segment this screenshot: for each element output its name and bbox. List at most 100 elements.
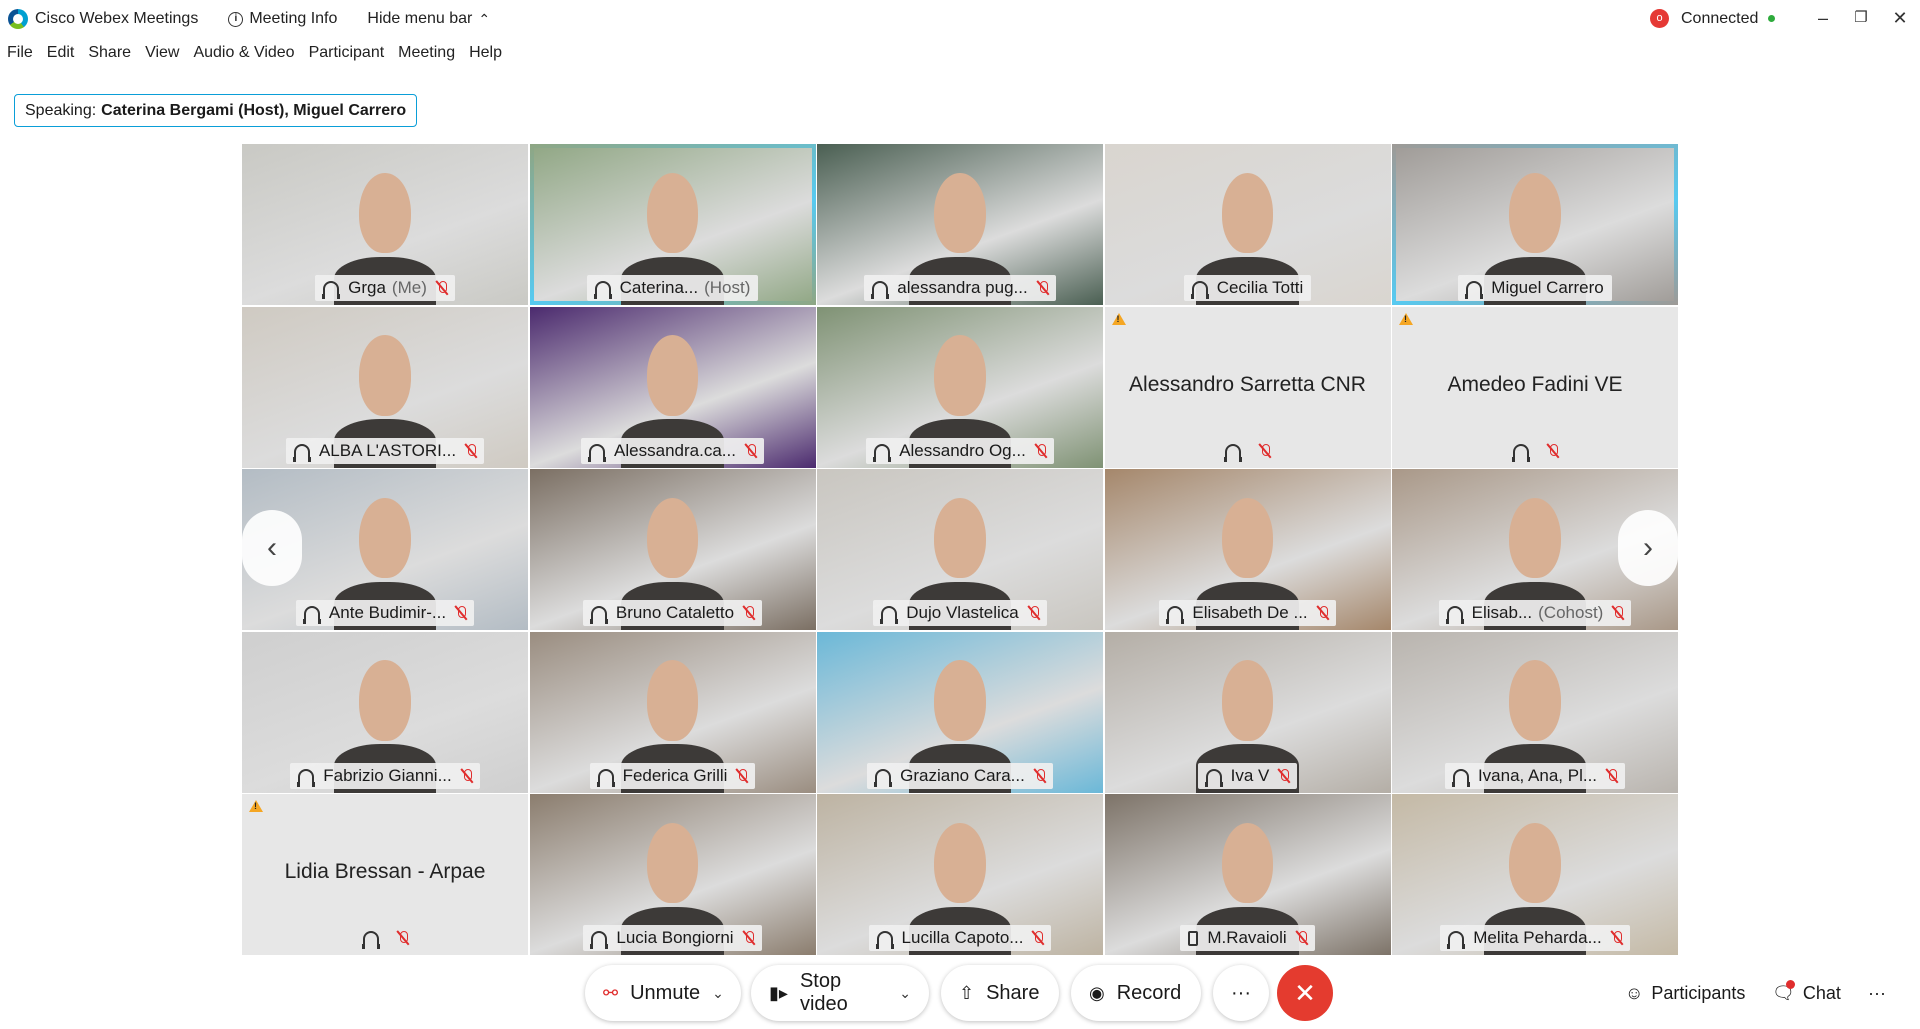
- mic-muted-icon: [1612, 930, 1622, 946]
- connection-status[interactable]: o Connected: [1650, 9, 1776, 28]
- headphones-icon: [871, 281, 890, 299]
- headphones-icon: [596, 768, 615, 787]
- participant-tile[interactable]: ALBA L'ASTORI...: [242, 306, 528, 468]
- participant-tile[interactable]: Alessandro Og...: [817, 306, 1103, 468]
- participants-button[interactable]: ☺ Participants: [1625, 983, 1745, 1004]
- participant-name: Cecilia Totti: [1216, 278, 1304, 297]
- participant-name: Alessandro Og...: [899, 440, 1026, 460]
- menu-edit[interactable]: Edit: [40, 44, 82, 70]
- participant-tile[interactable]: Elisabeth De ...: [1104, 469, 1391, 630]
- participant-name: Iva V: [1230, 765, 1270, 785]
- participant-tile[interactable]: Grga (Me): [242, 144, 528, 305]
- previous-page-button[interactable]: ‹: [242, 510, 302, 586]
- participant-tile[interactable]: Lidia Bressan - Arpae: [242, 794, 528, 955]
- participant-tile[interactable]: Melita Peharda...: [1392, 794, 1678, 955]
- participant-label: M.Ravaioli: [1180, 925, 1315, 951]
- participant-name: Ante Budimir-...: [328, 603, 447, 622]
- meeting-info-button[interactable]: i Meeting Info: [228, 10, 337, 28]
- participant-name: Graziano Cara...: [900, 765, 1025, 785]
- speaking-prefix: Speaking:: [25, 101, 97, 119]
- headphones-icon: [873, 443, 892, 462]
- headphones-icon: [1190, 281, 1209, 299]
- menu-participant[interactable]: Participant: [302, 44, 392, 70]
- participant-tile[interactable]: Alessandro Sarretta CNR: [1104, 306, 1391, 468]
- menu-meeting[interactable]: Meeting: [391, 44, 462, 70]
- tile-footer: Lucilla Capoto...: [817, 925, 1103, 951]
- menu-help[interactable]: Help: [462, 44, 509, 70]
- hide-menu-bar-button[interactable]: Hide menu bar ⌃: [367, 10, 490, 28]
- headphones-icon: [1451, 768, 1470, 787]
- menu-file[interactable]: File: [0, 44, 40, 70]
- chevron-down-icon[interactable]: ⌄: [899, 985, 911, 1002]
- close-icon[interactable]: ✕: [1886, 6, 1914, 30]
- participant-tile[interactable]: M.Ravaioli: [1104, 794, 1391, 955]
- leave-meeting-button[interactable]: ✕: [1277, 965, 1333, 1021]
- share-button[interactable]: ⇧ Share: [941, 965, 1059, 1021]
- participant-tile[interactable]: Iva V: [1104, 631, 1391, 793]
- participant-tile[interactable]: Miguel Carrero: [1392, 144, 1678, 305]
- mic-muted-icon: [744, 930, 754, 946]
- person-face: [646, 660, 699, 741]
- participant-tile[interactable]: Dujo Vlastelica: [817, 469, 1103, 630]
- participant-name: Lucilla Capoto...: [901, 928, 1024, 947]
- minimize-icon[interactable]: –: [1809, 6, 1837, 30]
- mic-muted-icon: [398, 930, 408, 946]
- tile-footer: Grga (Me): [242, 275, 528, 301]
- headphones-icon: [875, 931, 894, 949]
- participant-tile[interactable]: Cecilia Totti: [1104, 144, 1391, 305]
- tile-footer: Elisabeth De ...: [1105, 600, 1391, 626]
- mic-muted-icon: [737, 768, 748, 784]
- headphones-icon: [1166, 606, 1185, 624]
- chat-button[interactable]: 🗨 Chat: [1772, 980, 1841, 1004]
- participant-tile[interactable]: Ivana, Ana, Pl...: [1392, 631, 1678, 793]
- mic-muted-icon: [1297, 930, 1307, 946]
- participant-tile[interactable]: Caterina... (Host): [529, 144, 816, 305]
- chat-icon: 🗨: [1772, 980, 1795, 1004]
- participant-tile[interactable]: Graziano Cara...: [817, 631, 1103, 793]
- next-page-button[interactable]: ›: [1618, 510, 1678, 586]
- person-face: [1509, 822, 1561, 904]
- participant-tile[interactable]: Lucia Bongiorni: [529, 794, 816, 955]
- record-button[interactable]: ◉ Record: [1071, 965, 1201, 1021]
- stop-video-button[interactable]: ▮▸ Stop video ⌄: [751, 965, 929, 1021]
- menu-audio-video[interactable]: Audio & Video: [186, 44, 301, 70]
- participant-label: Elisab... (Cohost): [1438, 600, 1632, 626]
- participant-name: Grga: [348, 278, 386, 297]
- more-options-button[interactable]: ···: [1213, 965, 1269, 1021]
- right-more-button[interactable]: ···: [1868, 983, 1886, 1004]
- participant-tile[interactable]: Lucilla Capoto...: [817, 794, 1103, 955]
- participant-name: Fabrizio Gianni...: [323, 765, 452, 785]
- menu-view[interactable]: View: [138, 44, 186, 70]
- participant-label: Bruno Cataletto: [582, 600, 763, 626]
- chevron-down-icon[interactable]: ⌄: [712, 985, 724, 1002]
- participant-tile[interactable]: Bruno Cataletto: [529, 469, 816, 630]
- person-face: [1221, 822, 1274, 904]
- stop-video-label: Stop video: [799, 970, 848, 1015]
- headphones-icon: [292, 443, 311, 462]
- participant-name: Dujo Vlastelica: [906, 603, 1019, 622]
- tile-footer: Miguel Carrero: [1392, 275, 1678, 301]
- more-options-label: ···: [1231, 981, 1251, 1004]
- record-label: Record: [1116, 981, 1182, 1004]
- tile-footer: Melita Peharda...: [1392, 925, 1678, 951]
- participant-tile[interactable]: alessandra pug...: [817, 144, 1103, 305]
- unmute-button[interactable]: ⚯ Unmute ⌄: [585, 965, 741, 1021]
- menu-share[interactable]: Share: [81, 44, 138, 70]
- participant-label: Federica Grilli: [589, 762, 756, 789]
- mic-muted-icon: [1038, 280, 1048, 296]
- participant-tile[interactable]: Federica Grilli: [529, 631, 816, 793]
- restore-icon[interactable]: ❐: [1847, 6, 1875, 30]
- person-face: [934, 172, 986, 254]
- participant-tile[interactable]: Fabrizio Gianni...: [242, 631, 528, 793]
- participants-label: Participants: [1651, 983, 1746, 1003]
- tile-footer: ALBA L'ASTORI...: [242, 437, 528, 464]
- tile-footer: Lucia Bongiorni: [530, 925, 816, 951]
- participant-role: (Host): [704, 278, 751, 297]
- participant-name-large: Alessandro Sarretta CNR: [1129, 372, 1366, 396]
- mic-muted-icon: [746, 443, 756, 459]
- participant-label: [1224, 438, 1270, 464]
- participant-name: M.Ravaioli: [1207, 928, 1287, 947]
- participant-tile[interactable]: Alessandra.ca...: [529, 306, 816, 468]
- participant-tile[interactable]: Amedeo Fadini VE: [1392, 306, 1678, 468]
- person-face: [934, 335, 986, 416]
